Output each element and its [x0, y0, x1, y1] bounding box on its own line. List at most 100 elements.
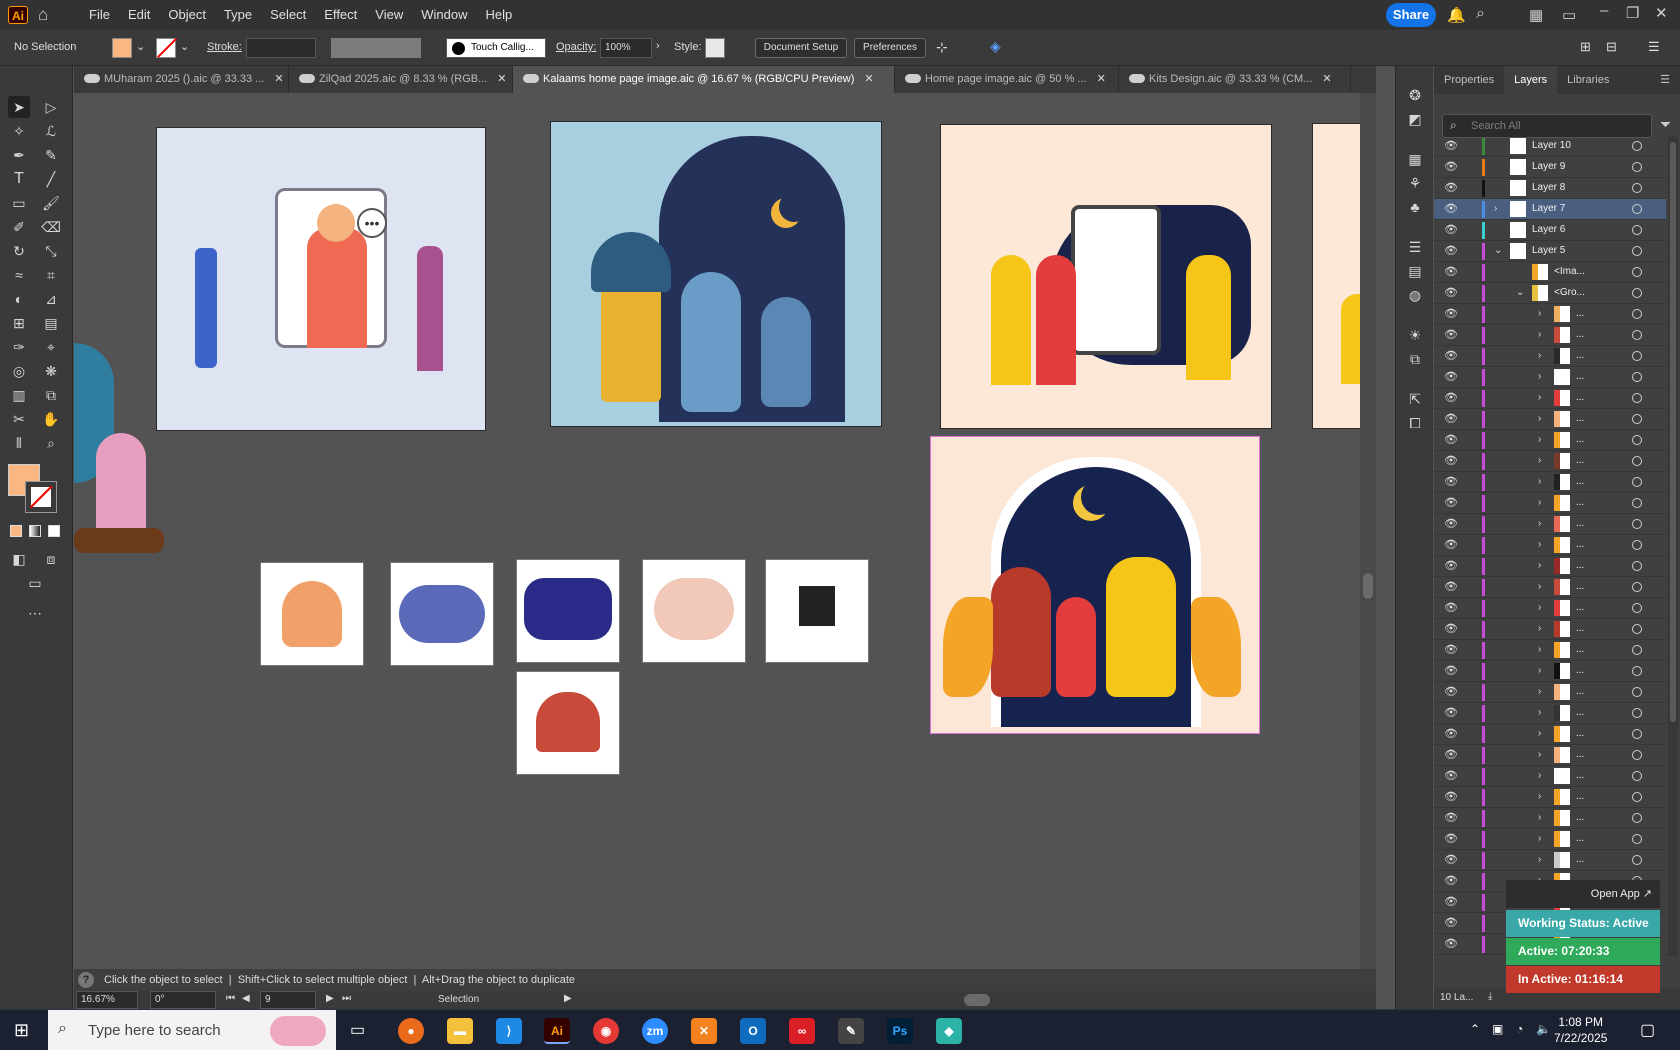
tab-home-page-image[interactable]: Home page image.aic @ 50 % ... ✕ [895, 66, 1119, 93]
expand-arrow-icon[interactable]: › [1538, 623, 1541, 634]
layer-row[interactable]: 👁 ›... [1434, 787, 1666, 808]
minimize-icon[interactable]: – [1600, 2, 1608, 19]
windows-start-icon[interactable]: ⊞ [14, 1020, 29, 1041]
layer-row[interactable]: 👁 ›... [1434, 367, 1666, 388]
zoom-level-field[interactable]: 16.67% [76, 991, 138, 1009]
menu-window[interactable]: Window [412, 0, 476, 30]
hand-tool-icon[interactable]: ✋ [40, 408, 62, 430]
variable-width-profile[interactable] [331, 38, 421, 58]
expand-arrow-icon[interactable]: ⌄ [1494, 245, 1502, 256]
layer-row[interactable]: 👁 ⌄ Layer 5 [1434, 241, 1666, 262]
target-circle-icon[interactable] [1632, 561, 1642, 571]
visibility-eye-icon[interactable]: 👁 [1444, 223, 1458, 236]
selection-tool-icon[interactable]: ➤ [8, 96, 30, 118]
layer-row[interactable]: 👁 ›... [1434, 577, 1666, 598]
expand-arrow-icon[interactable]: › [1538, 560, 1541, 571]
outlook-icon[interactable]: O [740, 1018, 766, 1044]
expand-arrow-icon[interactable]: › [1538, 518, 1541, 529]
wifi-icon[interactable]: ◔ [1516, 1022, 1523, 1036]
eraser-icon[interactable]: ⌫ [40, 216, 62, 238]
next-artboard-icon[interactable]: ▶ [326, 993, 334, 1004]
tab-libraries[interactable]: Libraries [1557, 66, 1619, 94]
visibility-eye-icon[interactable]: 👁 [1444, 349, 1458, 362]
slice-tool-icon[interactable]: ✂ [8, 408, 30, 430]
curvature-tool-icon[interactable]: ✎ [40, 144, 62, 166]
target-circle-icon[interactable] [1632, 267, 1642, 277]
style-swatch[interactable] [705, 38, 725, 58]
target-circle-icon[interactable] [1632, 708, 1642, 718]
first-artboard-icon[interactable]: ⏮ [226, 993, 235, 1004]
expand-arrow-icon[interactable]: › [1538, 770, 1541, 781]
menu-select[interactable]: Select [261, 0, 315, 30]
visibility-eye-icon[interactable]: 👁 [1444, 727, 1458, 740]
menu-type[interactable]: Type [215, 0, 261, 30]
visibility-eye-icon[interactable]: 👁 [1444, 370, 1458, 383]
appearance-panel-icon[interactable]: ❂ [1404, 84, 1426, 106]
app-cube-icon[interactable]: ◆ [936, 1018, 962, 1044]
expand-arrow-icon[interactable]: › [1538, 371, 1541, 382]
graphic-styles-icon[interactable]: ⧉ [1404, 348, 1426, 370]
expand-arrow-icon[interactable]: › [1538, 812, 1541, 823]
rotation-angle-field[interactable]: 0° [150, 991, 216, 1009]
network-icon[interactable]: ▣ [1492, 1022, 1503, 1036]
layer-row[interactable]: 👁 ›... [1434, 724, 1666, 745]
visibility-eye-icon[interactable]: 👁 [1444, 202, 1458, 215]
task-view-icon[interactable]: ▭ [350, 1020, 365, 1040]
illustrator-taskbar-icon[interactable]: Ai [544, 1018, 570, 1044]
visibility-eye-icon[interactable]: 👁 [1444, 496, 1458, 509]
opacity-arrow-icon[interactable]: › [656, 40, 660, 52]
thumbnail-group[interactable] [390, 562, 494, 666]
close-tab-icon[interactable]: ✕ [497, 73, 506, 85]
layer-row[interactable]: 👁 <Ima... [1434, 262, 1666, 283]
close-tab-icon[interactable]: ✕ [864, 73, 873, 85]
menu-file[interactable]: File [80, 0, 119, 30]
arrange-icon[interactable]: ▭ [1562, 6, 1576, 24]
visibility-eye-icon[interactable]: 👁 [1444, 559, 1458, 572]
artboard-illustration-tablet[interactable] [940, 124, 1272, 429]
visibility-eye-icon[interactable]: 👁 [1444, 664, 1458, 677]
lasso-icon[interactable]: ℒ [40, 120, 62, 142]
menu-edit[interactable]: Edit [119, 0, 159, 30]
none-mode-icon[interactable] [48, 525, 60, 537]
expand-arrow-icon[interactable]: › [1538, 434, 1541, 445]
photoshop-icon[interactable]: Ps [887, 1018, 913, 1044]
stroke-label[interactable]: Stroke: [207, 41, 242, 53]
target-circle-icon[interactable] [1632, 666, 1642, 676]
tab-properties[interactable]: Properties [1434, 66, 1504, 94]
tray-chevron-icon[interactable]: ⌃ [1470, 1022, 1480, 1036]
stroke-panel-icon[interactable]: ☰ [1404, 236, 1426, 258]
visibility-eye-icon[interactable]: 👁 [1444, 643, 1458, 656]
thumbnail-elders[interactable] [516, 671, 620, 775]
visibility-eye-icon[interactable]: 👁 [1444, 769, 1458, 782]
pen-tool-icon[interactable]: ✒ [8, 144, 30, 166]
target-circle-icon[interactable] [1632, 477, 1642, 487]
chrome-icon[interactable]: ◉ [593, 1018, 619, 1044]
expand-arrow-icon[interactable]: › [1538, 644, 1541, 655]
visibility-eye-icon[interactable]: 👁 [1444, 916, 1458, 929]
layer-row[interactable]: 👁 ⌄ <Gro... [1434, 283, 1666, 304]
notifications-icon[interactable]: ▢ [1640, 1020, 1655, 1040]
direct-selection-tool-icon[interactable]: ▷ [40, 96, 62, 118]
layer-row[interactable]: 👁 ›... [1434, 556, 1666, 577]
taskbar-clock[interactable]: 1:08 PM 7/22/2025 [1554, 1014, 1607, 1046]
target-circle-icon[interactable] [1632, 393, 1642, 403]
stroke-weight-input[interactable] [246, 38, 316, 58]
paintbrush-icon[interactable]: 🖌 [40, 192, 62, 214]
artboard-number-field[interactable]: 9 [260, 991, 316, 1009]
close-icon[interactable]: ✕ [1655, 4, 1668, 22]
target-circle-icon[interactable] [1632, 792, 1642, 802]
image-trace-icon[interactable]: ◩ [1404, 108, 1426, 130]
target-circle-icon[interactable] [1632, 225, 1642, 235]
gradient-tool-icon[interactable]: ▤ [40, 312, 62, 334]
help-icon[interactable]: ? [78, 972, 94, 988]
layers-scrollbar[interactable] [1668, 136, 1678, 956]
menu-object[interactable]: Object [159, 0, 215, 30]
target-circle-icon[interactable] [1632, 288, 1642, 298]
menu-view[interactable]: View [366, 0, 412, 30]
warp-tool-icon[interactable]: ≈ [8, 264, 30, 286]
visibility-eye-icon[interactable]: 👁 [1444, 790, 1458, 803]
brushes-panel-icon[interactable]: ⚘ [1404, 172, 1426, 194]
layer-row[interactable]: 👁 Layer 10 [1434, 136, 1666, 157]
preferences-button[interactable]: Preferences [854, 38, 926, 58]
visibility-eye-icon[interactable]: 👁 [1444, 286, 1458, 299]
